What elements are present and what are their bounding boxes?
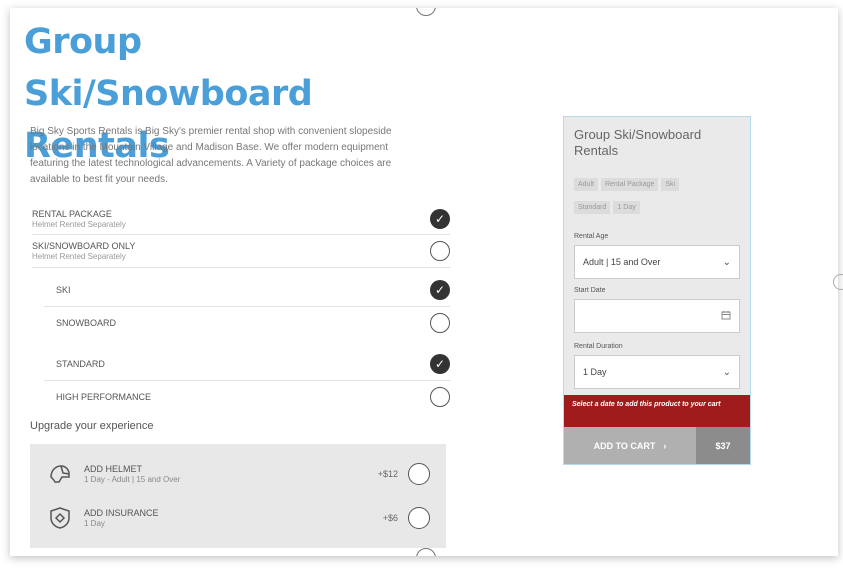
summary-title: Group Ski/Snowboard Rentals: [574, 127, 702, 158]
radio-button-partial[interactable]: [416, 8, 436, 16]
option-label: SNOWBOARD: [56, 318, 117, 328]
tag: 1 Day: [613, 201, 640, 214]
order-summary-card: Group Ski/Snowboard Rentals Adult Rental …: [563, 116, 751, 465]
checked-radio-icon[interactable]: ✓: [430, 354, 450, 374]
option-label: HIGH PERFORMANCE: [56, 392, 152, 402]
rental-age-select[interactable]: Adult | 15 and Over ⌄: [574, 245, 740, 279]
unchecked-radio-icon[interactable]: [408, 507, 430, 529]
option-label: SKI/SNOWBOARD ONLY: [32, 241, 136, 251]
tag: Ski: [661, 178, 680, 191]
addon-sublabel: 1 Day - Adult | 15 and Over: [84, 475, 181, 484]
addon-price: +$12: [377, 469, 398, 479]
addon-sublabel: 1 Day: [84, 519, 105, 528]
helmet-icon: [46, 460, 74, 488]
option-rental-package[interactable]: RENTAL PACKAGE Helmet Rented Separately …: [32, 204, 450, 235]
rental-duration-select[interactable]: 1 Day ⌄: [574, 355, 740, 389]
add-to-cart-label: ADD TO CART: [593, 440, 656, 451]
rental-duration-value: 1 Day: [583, 367, 607, 377]
option-ski-snowboard-only[interactable]: SKI/SNOWBOARD ONLY Helmet Rented Separat…: [32, 235, 450, 268]
addon-label: ADD HELMET: [84, 464, 143, 474]
tag: Rental Package: [600, 178, 659, 191]
unchecked-radio-icon[interactable]: [430, 387, 450, 407]
checked-radio-icon[interactable]: ✓: [430, 209, 450, 229]
rental-duration-label: Rental Duration: [574, 343, 623, 350]
option-standard[interactable]: STANDARD ✓: [44, 348, 450, 381]
option-sublabel: Helmet Rented Separately: [32, 252, 126, 261]
option-snowboard[interactable]: SNOWBOARD: [44, 307, 450, 339]
addon-helmet[interactable]: ADD HELMET 1 Day - Adult | 15 and Over +…: [30, 452, 446, 496]
tag: Adult: [574, 178, 598, 191]
option-label: RENTAL PACKAGE: [32, 209, 112, 219]
chevron-right-icon: ›: [663, 440, 667, 451]
option-sublabel: Helmet Rented Separately: [32, 220, 126, 229]
option-label: STANDARD: [56, 359, 105, 369]
start-date-label: Start Date: [574, 287, 606, 294]
rental-age-label: Rental Age: [574, 233, 609, 240]
option-high-performance[interactable]: HIGH PERFORMANCE: [44, 381, 450, 413]
unchecked-radio-icon[interactable]: [408, 463, 430, 485]
addon-insurance[interactable]: ADD INSURANCE 1 Day +$6: [30, 496, 446, 540]
checked-radio-icon[interactable]: ✓: [430, 280, 450, 300]
unchecked-radio-icon[interactable]: [430, 241, 450, 261]
option-ski[interactable]: SKI ✓: [44, 274, 450, 307]
start-date-input[interactable]: [574, 299, 740, 333]
chevron-down-icon: ⌄: [722, 256, 731, 268]
product-description: Big Sky Sports Rentals is Big Sky's prem…: [30, 126, 392, 185]
product-page: Group Ski/Snowboard Rentals Big Sky Spor…: [10, 8, 838, 556]
upgrade-heading: Upgrade your experience: [30, 420, 154, 432]
addons-panel: ADD HELMET 1 Day - Adult | 15 and Over +…: [30, 444, 446, 548]
date-warning: Select a date to add this product to you…: [564, 395, 750, 427]
unchecked-radio-icon[interactable]: [430, 313, 450, 333]
selection-tags: Adult Rental Package Ski Standard 1 Day: [574, 173, 744, 219]
addon-label: ADD INSURANCE: [84, 508, 159, 518]
total-price: $37: [696, 427, 750, 464]
add-to-cart-button[interactable]: ADD TO CART ›: [564, 427, 696, 464]
radio-button-partial[interactable]: [416, 548, 436, 556]
calendar-icon: [721, 310, 731, 322]
shield-icon: [46, 504, 74, 532]
chevron-down-icon: ⌄: [722, 366, 731, 378]
tag: Standard: [574, 201, 611, 214]
addon-price: +$6: [382, 513, 398, 523]
radio-button-partial[interactable]: [833, 274, 843, 290]
rental-age-value: Adult | 15 and Over: [583, 257, 661, 267]
option-label: SKI: [56, 285, 71, 295]
